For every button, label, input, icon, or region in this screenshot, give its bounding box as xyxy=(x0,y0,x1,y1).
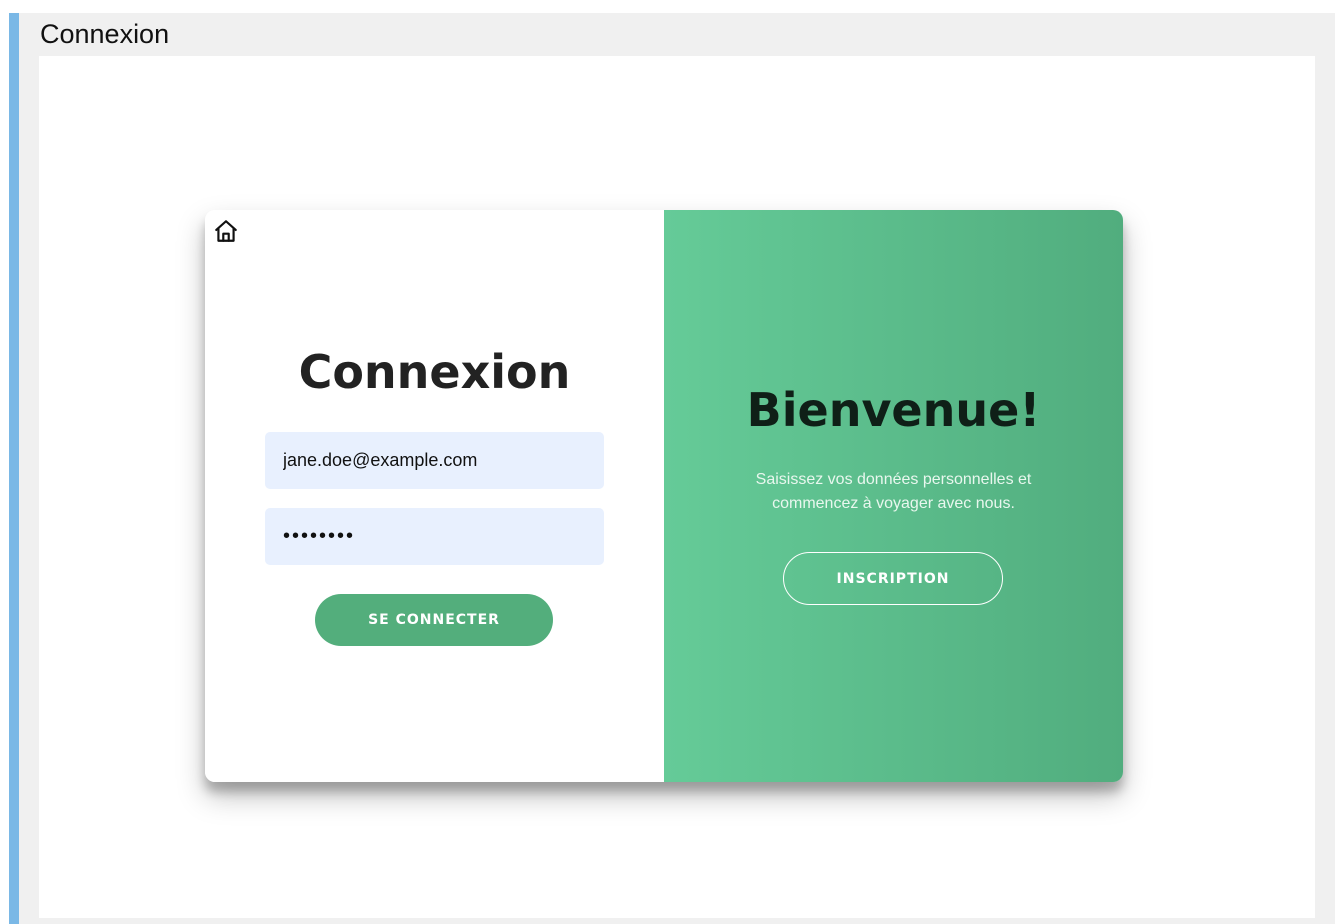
login-title: Connexion xyxy=(298,345,571,399)
window-frame: Connexion Connexion SE CONNECTER xyxy=(19,13,1335,924)
viewport: Connexion Connexion SE CONNECTER xyxy=(0,0,1335,924)
welcome-panel: Bienvenue! Saisissez vos données personn… xyxy=(664,210,1123,782)
welcome-subtitle: Saisissez vos données personnelles et co… xyxy=(755,471,1032,512)
login-panel: Connexion SE CONNECTER xyxy=(205,210,664,782)
signup-button[interactable]: INSCRIPTION xyxy=(783,552,1003,605)
password-field[interactable] xyxy=(265,508,604,565)
page-canvas: Connexion SE CONNECTER Bienvenue! Saisis… xyxy=(39,56,1315,918)
home-icon[interactable] xyxy=(213,218,239,244)
side-accent-bar xyxy=(9,13,19,924)
login-button[interactable]: SE CONNECTER xyxy=(315,594,553,646)
window-title: Connexion xyxy=(40,19,170,49)
auth-card: Connexion SE CONNECTER Bienvenue! Saisis… xyxy=(205,210,1123,782)
email-field[interactable] xyxy=(265,432,604,489)
welcome-title: Bienvenue! xyxy=(746,383,1041,437)
